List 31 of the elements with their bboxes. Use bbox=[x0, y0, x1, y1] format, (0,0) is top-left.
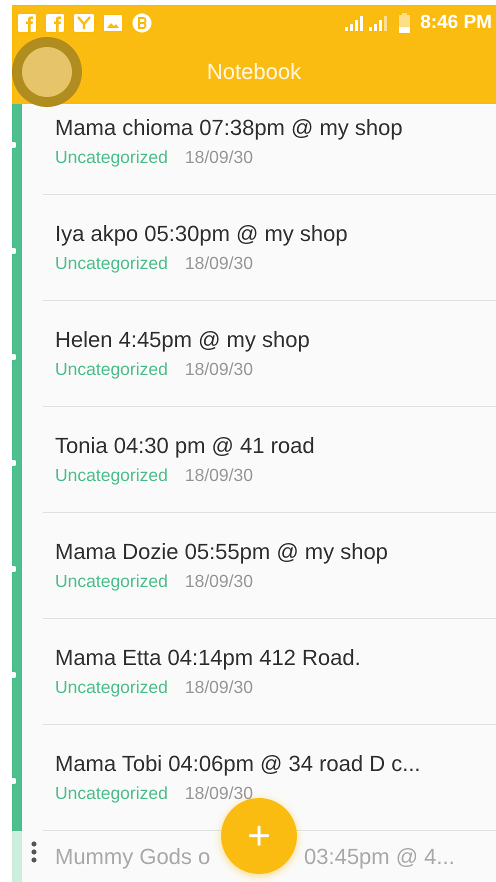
note-title[interactable]: Tonia 04:30 pm @ 41 road bbox=[55, 433, 496, 459]
note-date: 18/09/30 bbox=[184, 253, 253, 274]
note-date: 18/09/30 bbox=[184, 571, 253, 592]
b-logo-icon bbox=[132, 12, 152, 32]
note-title[interactable]: Mama chioma 07:38pm @ my shop bbox=[55, 115, 496, 141]
note-title[interactable]: Mama Tobi 04:06pm @ 34 road D c... bbox=[55, 751, 496, 777]
note-category: Uncategorized bbox=[55, 677, 168, 698]
note-category: Uncategorized bbox=[55, 465, 168, 486]
y-logo-icon bbox=[74, 14, 94, 32]
note-date: 18/09/30 bbox=[184, 677, 253, 698]
battery-icon bbox=[399, 12, 410, 32]
facebook-icon bbox=[18, 14, 36, 32]
app-title: Notebook bbox=[206, 59, 302, 85]
note-category: Uncategorized bbox=[55, 783, 168, 804]
note-category: Uncategorized bbox=[55, 571, 168, 592]
note-title[interactable]: Mama Dozie 05:55pm @ my shop bbox=[55, 539, 496, 565]
facebook-icon bbox=[46, 14, 64, 32]
note-title[interactable]: Iya akpo 05:30pm @ my shop bbox=[55, 221, 496, 247]
note-category: Uncategorized bbox=[55, 147, 168, 168]
status-time: 8:46 PM bbox=[420, 12, 492, 34]
note-title[interactable]: Mama Etta 04:14pm 412 Road. bbox=[55, 645, 496, 671]
note-category: Uncategorized bbox=[55, 253, 168, 274]
signal-icon bbox=[345, 14, 390, 30]
note-date: 18/09/30 bbox=[184, 359, 253, 380]
note-title[interactable]: Helen 4:45pm @ my shop bbox=[55, 327, 496, 353]
more-options-icon[interactable] bbox=[30, 840, 38, 864]
note-category: Uncategorized bbox=[55, 359, 168, 380]
note-date: 18/09/30 bbox=[184, 147, 253, 168]
touch-ripple-icon[interactable] bbox=[12, 37, 82, 107]
note-date: 18/09/30 bbox=[184, 465, 253, 486]
image-icon bbox=[104, 14, 122, 30]
